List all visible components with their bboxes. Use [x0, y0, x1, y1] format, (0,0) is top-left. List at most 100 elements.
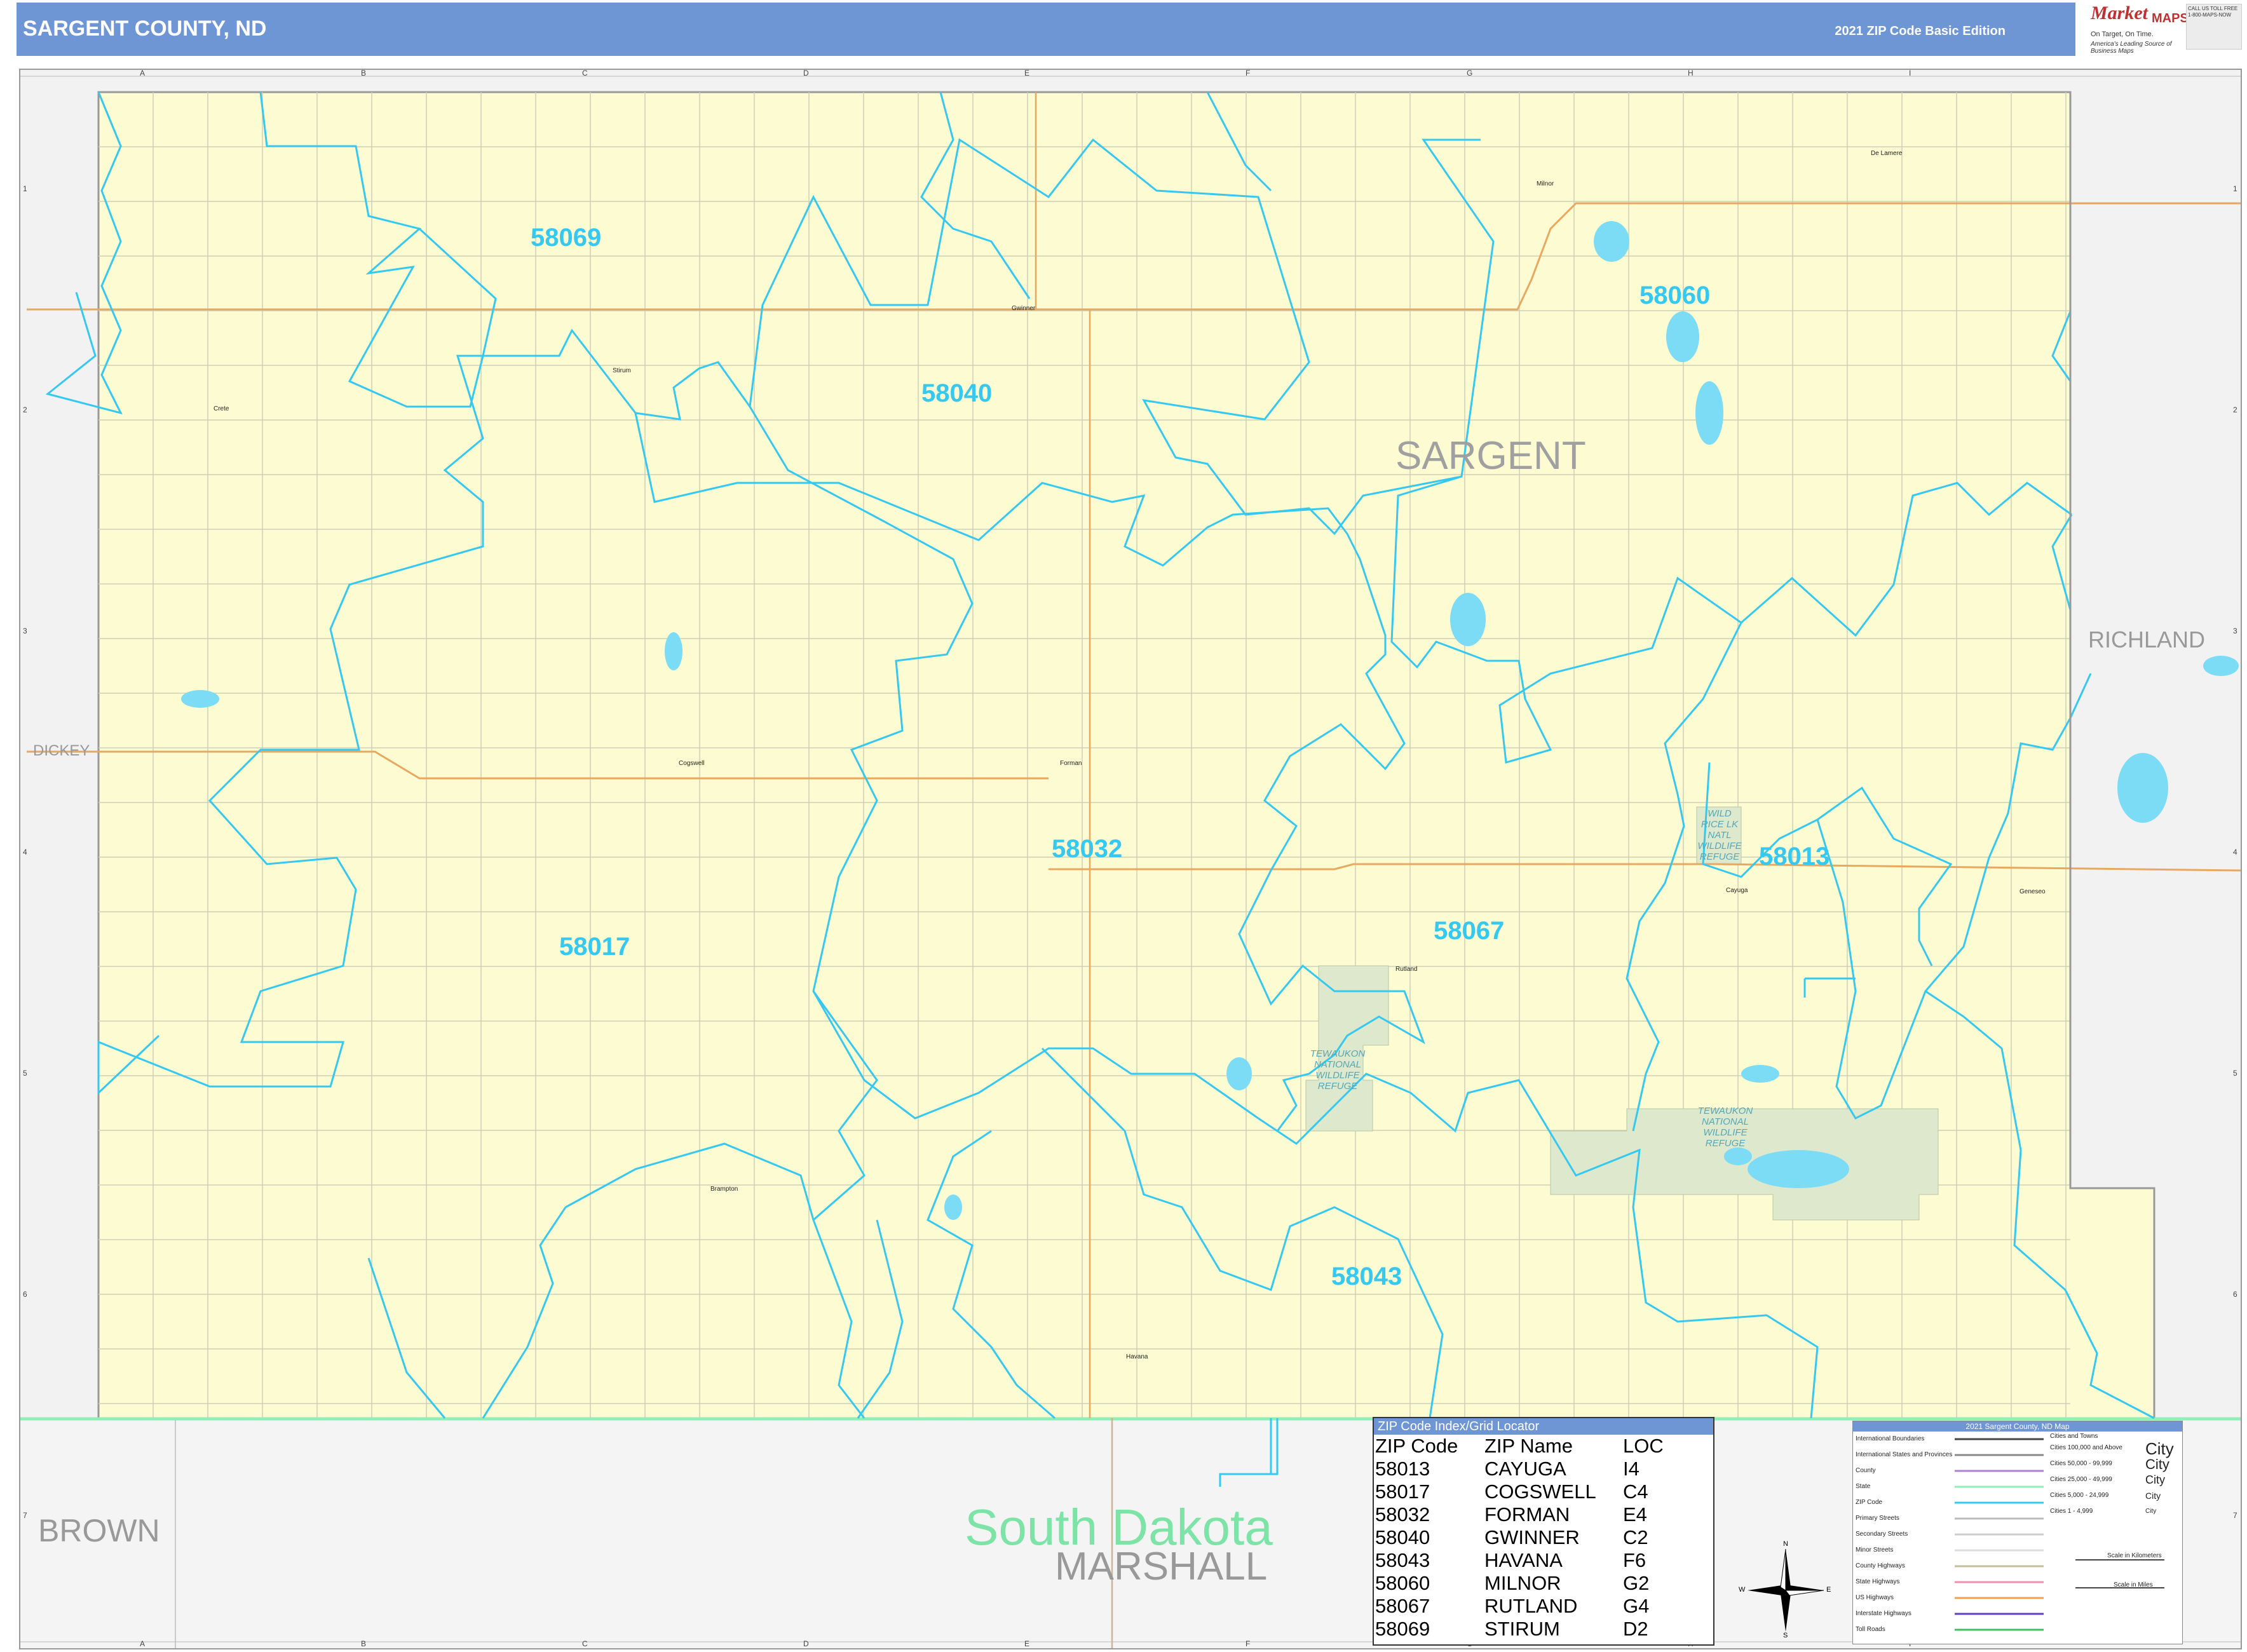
grid-col-A: A — [140, 69, 146, 78]
grid-col-C: C — [582, 1639, 588, 1648]
county-label-sargent: SARGENT — [1395, 434, 1586, 478]
lake — [1741, 1065, 1779, 1083]
zip-index-title: ZIP Code Index/Grid Locator — [1374, 1418, 1713, 1435]
lake — [944, 1195, 962, 1220]
zip-index-name: RUTLAND — [1484, 1595, 1578, 1617]
header-loc: LOC — [1623, 1435, 1664, 1457]
zip-index-loc: C2 — [1623, 1526, 1648, 1548]
grid-row-1: 1 — [23, 184, 27, 193]
town-havana[interactable]: Havana — [1126, 1353, 1148, 1360]
zip-index-loc: G2 — [1623, 1572, 1650, 1594]
zip-index-name: STIRUM — [1484, 1618, 1560, 1640]
zip-index-loc: E4 — [1623, 1503, 1647, 1526]
grid-row-5: 5 — [2233, 1069, 2237, 1078]
grid-col-D: D — [803, 1639, 809, 1648]
town-cogswell[interactable]: Cogswell — [679, 760, 705, 767]
zip-index-name: FORMAN — [1484, 1503, 1570, 1526]
grid-col-I: I — [1909, 69, 1911, 78]
zip-index-zip: 58013 — [1375, 1458, 1430, 1480]
zip-index-zip: 58040 — [1375, 1526, 1430, 1548]
zip-index-loc: D2 — [1623, 1618, 1648, 1640]
zip-index-zip: 58043 — [1375, 1549, 1430, 1571]
zip-index-name: COGSWELL — [1484, 1480, 1596, 1503]
grid-col-C: C — [582, 69, 588, 78]
zip-index-header-row: ZIP Code ZIP Name LOC — [1374, 1435, 1713, 1458]
town-crete[interactable]: Crete — [214, 405, 229, 412]
zip-index-row[interactable]: 58069 STIRUM D2 — [1374, 1618, 1713, 1641]
grid-col-F: F — [1246, 69, 1251, 78]
zip-index-row[interactable]: 58067 RUTLAND G4 — [1374, 1595, 1713, 1618]
town-cayuga[interactable]: Cayuga — [1726, 887, 1748, 894]
zip-index-row[interactable]: 58043 HAVANA F6 — [1374, 1549, 1713, 1572]
compass-icon — [1748, 1548, 1824, 1632]
zip-index-zip: 58032 — [1375, 1503, 1430, 1526]
compass-e: E — [1826, 1586, 1831, 1594]
zip-index-row[interactable]: 58060 MILNOR G2 — [1374, 1572, 1713, 1595]
grid-row-5: 5 — [23, 1069, 27, 1078]
lake — [1695, 381, 1723, 445]
town-rutland[interactable]: Rutland — [1395, 966, 1417, 973]
refuge-label-tewaukon-east: TEWAUKON NATIONAL WILDLIFE REFUGE — [1697, 1106, 1753, 1149]
town-gwinner[interactable]: Gwinner — [1012, 305, 1035, 312]
zip-index-zip: 58060 — [1375, 1572, 1430, 1594]
zip-label-58067: 58067 — [1434, 917, 1505, 945]
county-label-brown: BROWN — [38, 1513, 160, 1548]
zip-label-58043: 58043 — [1331, 1263, 1402, 1290]
compass-rose: N S W E — [1739, 1540, 1831, 1639]
grid-row-3: 3 — [2233, 626, 2237, 635]
town-stirum[interactable]: Stirum — [613, 367, 631, 374]
map-legend: 2021 Sargent County, ND Map Internationa… — [1852, 1421, 2183, 1644]
zip-index-name: HAVANA — [1484, 1549, 1563, 1571]
grid-row-1: 1 — [2233, 184, 2237, 193]
map-canvas — [20, 70, 2241, 1648]
refuge-label-wild-rice: WILD RICE LK NATL WILDLIFE REFUGE — [1697, 808, 1742, 862]
zip-label-58017: 58017 — [559, 933, 630, 961]
zip-index-loc: C4 — [1623, 1480, 1648, 1503]
compass-s: S — [1783, 1632, 1788, 1639]
zip-index-zip: 58017 — [1375, 1480, 1430, 1503]
zip-index-loc: F6 — [1623, 1549, 1646, 1571]
zip-index-rows: 58013 CAYUGA I4 58017 COGSWELL C4 58032 FORMAN E… — [1374, 1458, 1713, 1641]
grid-row-7: 7 — [2233, 1511, 2237, 1520]
grid-row-2: 2 — [2233, 405, 2237, 414]
county-label-marshall: MARSHALL — [1055, 1545, 1268, 1588]
lake — [2117, 753, 2168, 823]
zip-index-name: MILNOR — [1484, 1572, 1561, 1594]
town-geneseo[interactable]: Geneseo — [2020, 888, 2046, 895]
zip-label-58060: 58060 — [1639, 281, 1711, 309]
header-zip-name: ZIP Name — [1484, 1435, 1573, 1457]
county-label-dickey: DICKEY — [33, 742, 90, 759]
zip-index-row[interactable]: 58017 COGSWELL C4 — [1374, 1480, 1713, 1503]
grid-row-6: 6 — [23, 1290, 27, 1299]
grid-row-7: 7 — [23, 1511, 27, 1520]
zip-index-name: CAYUGA — [1484, 1458, 1566, 1480]
refuge-label-tewaukon-west: TEWAUKON NATIONAL WILDLIFE REFUGE — [1310, 1048, 1366, 1092]
zip-label-58069: 58069 — [531, 224, 602, 252]
grid-row-2: 2 — [23, 405, 27, 414]
zip-index-zip: 58067 — [1375, 1595, 1430, 1617]
town-forman[interactable]: Forman — [1060, 760, 1082, 767]
zip-index-loc: G4 — [1623, 1595, 1650, 1617]
zip-index-zip: 58069 — [1375, 1618, 1430, 1640]
grid-col-G: G — [1467, 69, 1473, 78]
zip-index-row[interactable]: 58032 FORMAN E4 — [1374, 1503, 1713, 1526]
grid-row-4: 4 — [23, 848, 27, 856]
grid-col-E: E — [1024, 69, 1030, 78]
zip-index-loc: I4 — [1623, 1458, 1639, 1480]
zip-index-row[interactable]: 58013 CAYUGA I4 — [1374, 1458, 1713, 1480]
grid-col-B: B — [361, 1639, 367, 1648]
grid-row-3: 3 — [23, 626, 27, 635]
zip-index-row[interactable]: 58040 GWINNER C2 — [1374, 1526, 1713, 1549]
zip-label-58013: 58013 — [1759, 843, 1830, 870]
compass-w: W — [1739, 1586, 1746, 1594]
town-brampton[interactable]: Brampton — [710, 1186, 738, 1193]
town-milnor[interactable]: Milnor — [1537, 180, 1554, 187]
grid-row-4: 4 — [2233, 848, 2237, 856]
lake — [1724, 1148, 1752, 1165]
grid-col-F: F — [1246, 1639, 1251, 1648]
lake — [665, 632, 682, 670]
town-de-lamere[interactable]: De Lamere — [1871, 150, 1902, 157]
grid-col-A: A — [140, 1639, 146, 1648]
lake — [1226, 1057, 1252, 1090]
county-label-richland: RICHLAND — [2088, 626, 2206, 653]
